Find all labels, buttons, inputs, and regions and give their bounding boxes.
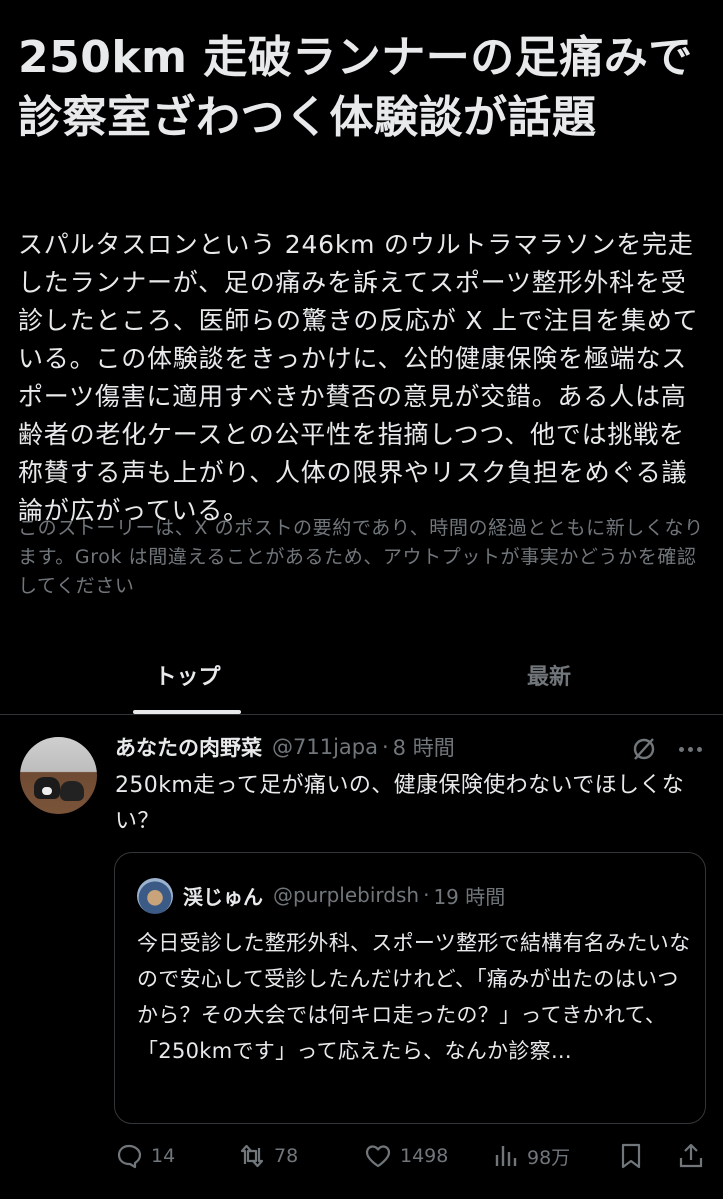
repost-button[interactable]: 78 bbox=[238, 1138, 298, 1174]
story-summary: スパルタスロンという 246km のウルトラマラソンを完走したランナーが、足の痛… bbox=[18, 230, 699, 525]
repost-icon bbox=[240, 1144, 264, 1168]
reply-icon bbox=[117, 1144, 142, 1169]
views-button[interactable]: 98万 bbox=[491, 1138, 570, 1174]
bookmark-icon bbox=[621, 1143, 641, 1169]
quoted-post[interactable]: 渓じゅん @purplebirdsh · 19 時間 今日受診した整形外科、スポ… bbox=[114, 852, 706, 1124]
tab-top[interactable]: トップ bbox=[0, 636, 375, 714]
author-name[interactable]: あなたの肉野菜 bbox=[115, 732, 262, 762]
separator-dot: · bbox=[423, 883, 430, 907]
views-icon bbox=[495, 1146, 517, 1166]
story-title: 250km 走破ランナーの足痛みで診察室ざわつく体験談が話題 bbox=[18, 32, 693, 143]
reply-button[interactable]: 14 bbox=[115, 1138, 175, 1174]
avatar-cat-patch bbox=[42, 787, 52, 795]
bookmark-button[interactable] bbox=[617, 1138, 645, 1174]
post-header: あなたの肉野菜 @711japa · 8 時間 bbox=[115, 732, 455, 762]
post-text: 250km走って足が痛いの、健康保険使わないでほしくない？ bbox=[115, 773, 685, 834]
quote-avatar[interactable] bbox=[137, 878, 173, 914]
avatar[interactable] bbox=[20, 737, 97, 814]
tab-latest[interactable]: 最新 bbox=[375, 636, 723, 714]
action-bar: 14 78 1498 98万 bbox=[0, 1138, 723, 1174]
more-options-icon[interactable] bbox=[675, 735, 705, 763]
tab-bar: トップ 最新 bbox=[0, 636, 723, 714]
quote-time: 19 時間 bbox=[433, 884, 506, 909]
story-page: 250km 走破ランナーの足痛みで診察室ざわつく体験談が話題 スパルタスロンとい… bbox=[0, 0, 723, 1199]
like-button[interactable]: 1498 bbox=[364, 1138, 448, 1174]
post-time[interactable]: 8 時間 bbox=[393, 732, 455, 762]
divider bbox=[0, 714, 723, 715]
repost-count: 78 bbox=[274, 1145, 299, 1167]
grok-disclaimer: このストーリーは、X のポストの要約であり、時間の経過とともに新しくなります。G… bbox=[18, 517, 704, 597]
separator-dot: · bbox=[381, 735, 389, 759]
author-handle[interactable]: @711japa bbox=[272, 735, 378, 759]
quote-author-handle: @purplebirdsh bbox=[273, 883, 420, 907]
reply-count: 14 bbox=[151, 1145, 176, 1167]
share-button[interactable] bbox=[677, 1138, 705, 1174]
heart-icon bbox=[365, 1145, 391, 1168]
share-icon bbox=[679, 1143, 703, 1168]
avatar-cat bbox=[60, 781, 84, 801]
grok-icon[interactable] bbox=[630, 735, 658, 763]
quote-header: 渓じゅん @purplebirdsh · 19 時間 bbox=[183, 879, 505, 911]
like-count: 1498 bbox=[400, 1145, 449, 1167]
quote-author-name: 渓じゅん bbox=[183, 884, 263, 909]
views-count: 98万 bbox=[527, 1146, 571, 1169]
quote-text: 今日受診した整形外科、スポーツ整形で結構有名みたいなので安心して受診したんだけれ… bbox=[137, 931, 691, 1063]
